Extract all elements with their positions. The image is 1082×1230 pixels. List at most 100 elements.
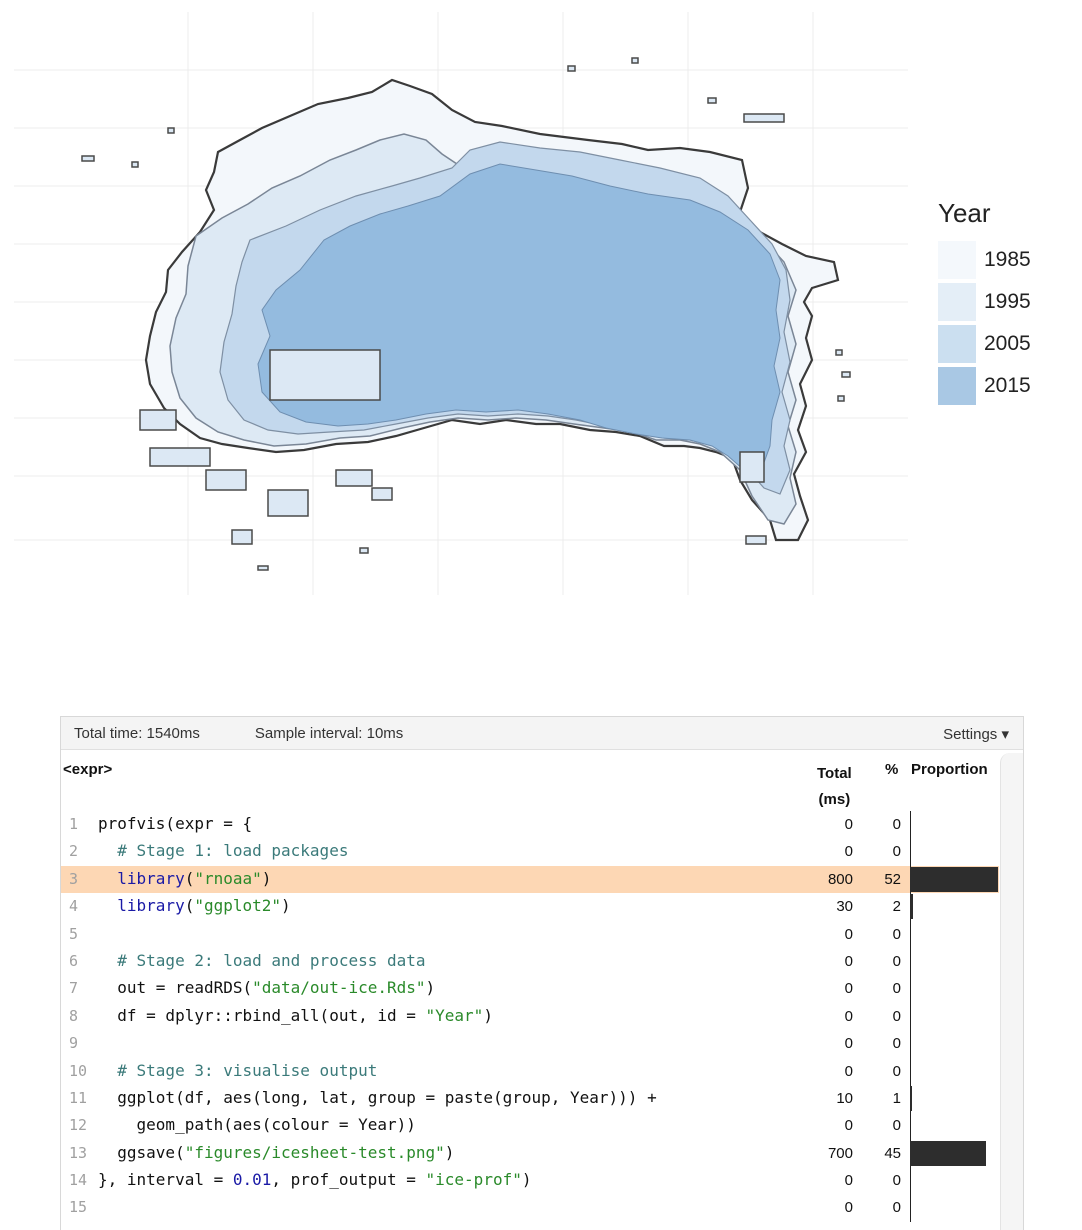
code-row[interactable]: 2 # Stage 1: load packages 0 0 [61, 838, 999, 867]
total-column-unit: (ms) [818, 791, 851, 808]
code-row[interactable]: 7 out = readRDS("data/out-ice.Rds") 0 0 [61, 975, 999, 1004]
total-ms: 0 [844, 1035, 853, 1053]
proportion-axis [910, 1167, 911, 1196]
code-text: ggsave("figures/icesheet-test.png") [98, 1142, 455, 1162]
legend-label: 2015 [984, 374, 1031, 397]
code-text: df = dplyr::rbind_all(out, id = "Year") [98, 1005, 493, 1025]
total-ms: 700 [827, 1144, 853, 1162]
percent-column-header[interactable]: % [885, 761, 898, 778]
code-row[interactable]: 6 # Stage 2: load and process data 0 0 [61, 947, 999, 976]
code-row[interactable]: 11 ggplot(df, aes(long, lat, group = pas… [61, 1084, 999, 1113]
legend-item: 1985 [938, 239, 1031, 281]
code-text: library("ggplot2") [117, 896, 291, 916]
proportion-axis [910, 1194, 911, 1223]
code-row[interactable]: 1 profvis(expr = {0 0 [61, 811, 999, 839]
proportion-axis [910, 1057, 911, 1086]
percent: 0 [892, 952, 901, 970]
line-number: 10 [69, 1061, 88, 1080]
percent: 1 [892, 1089, 901, 1107]
vertical-scrollbar[interactable] [1000, 753, 1023, 1230]
code-table: 1 profvis(expr = {0 0 2 # Stage 1: load pac… [61, 811, 999, 1223]
map-legend: Year 1985 1995 2005 2015 [938, 198, 1031, 407]
percent: 0 [892, 816, 901, 833]
percent: 52 [884, 870, 901, 888]
sample-interval: Sample interval: 10ms [254, 724, 404, 742]
total-ms: 0 [844, 952, 853, 970]
proportion-axis [910, 1112, 911, 1141]
total-ms: 0 [844, 816, 853, 833]
percent: 0 [892, 1172, 901, 1190]
code-row[interactable]: 3 library("rnoaa") 800 52 [61, 865, 999, 894]
total-ms: 800 [827, 870, 853, 888]
proportion-bar [910, 894, 913, 920]
expr-column-header[interactable]: <expr> [63, 761, 112, 778]
code-text: # Stage 2: load and process data [98, 950, 426, 970]
total-ms: 0 [844, 980, 853, 998]
legend-item: 1995 [938, 281, 1031, 323]
line-number: 9 [69, 1034, 79, 1053]
total-ms: 0 [844, 843, 853, 861]
percent: 0 [892, 843, 901, 861]
legend-key [938, 367, 976, 405]
code-row[interactable]: 10 # Stage 3: visualise output 0 0 [61, 1057, 999, 1086]
total-ms: 10 [836, 1089, 853, 1107]
code-text: }, interval = 0.01, prof_output = "ice-p… [98, 1170, 532, 1190]
code-text: # Stage 1: load packages [98, 841, 349, 861]
proportion-column-header[interactable]: Proportion [911, 761, 988, 778]
proportion-axis [910, 947, 911, 976]
line-number: 12 [69, 1116, 88, 1135]
line-number: 13 [69, 1143, 88, 1162]
code-row[interactable]: 13 ggsave("figures/icesheet-test.png") 70… [61, 1139, 999, 1168]
line-number: 15 [69, 1198, 88, 1217]
line-number: 14 [69, 1171, 88, 1190]
line-number: 7 [69, 979, 79, 998]
percent: 0 [892, 925, 901, 943]
code-row[interactable]: 8 df = dplyr::rbind_all(out, id = "Year"… [61, 1002, 999, 1031]
percent: 0 [892, 1035, 901, 1053]
code-text: ggplot(df, aes(long, lat, group = paste(… [98, 1087, 657, 1107]
total-column-header[interactable]: Total (ms) [817, 761, 852, 813]
profvis-panel: Total time: 1540ms Sample interval: 10ms… [60, 716, 1024, 1230]
percent: 0 [892, 1007, 901, 1025]
legend-title: Year [938, 198, 991, 228]
legend-label: 2005 [984, 332, 1031, 355]
total-time: Total time: 1540ms [74, 724, 200, 742]
total-column-label: Total [817, 765, 852, 782]
legend-item: 2005 [938, 323, 1031, 365]
percent: 0 [892, 1062, 901, 1080]
code-row[interactable]: 9 0 0 [61, 1030, 999, 1059]
line-number: 5 [69, 924, 79, 943]
proportion-axis [910, 1002, 911, 1031]
line-number: 3 [69, 869, 79, 888]
proportion-axis [910, 920, 911, 949]
line-number: 11 [69, 1088, 88, 1107]
line-number: 1 [69, 815, 79, 833]
line-number: 6 [69, 951, 79, 970]
code-row[interactable]: 14 }, interval = 0.01, prof_output = "ice… [61, 1167, 999, 1196]
code-row[interactable]: 4 library("ggplot2") 30 2 [61, 893, 999, 922]
code-row[interactable]: 5 0 0 [61, 920, 999, 949]
percent: 0 [892, 980, 901, 998]
total-ms: 0 [844, 925, 853, 943]
code-row[interactable]: 15 0 0 [61, 1194, 999, 1223]
legend-label: 1995 [984, 290, 1031, 313]
legend-item: 2015 [938, 365, 1031, 407]
code-row[interactable]: 12 geom_path(aes(colour = Year)) 0 0 [61, 1112, 999, 1141]
total-ms: 0 [844, 1062, 853, 1080]
total-ms: 0 [844, 1199, 853, 1217]
total-ms: 0 [844, 1172, 853, 1190]
profvis-header: Total time: 1540ms Sample interval: 10ms… [61, 717, 1023, 750]
percent: 2 [892, 898, 901, 916]
line-number: 8 [69, 1006, 79, 1025]
settings-button[interactable]: Settings ▾ [943, 725, 1009, 743]
legend-key [938, 241, 976, 279]
code-text: library("rnoaa") [117, 868, 272, 888]
line-number: 4 [69, 897, 79, 916]
proportion-axis [910, 811, 911, 839]
proportion-bar [910, 1085, 912, 1111]
code-text: out = readRDS("data/out-ice.Rds") [98, 978, 436, 998]
total-ms: 0 [844, 1117, 853, 1135]
percent: 0 [892, 1117, 901, 1135]
proportion-axis [910, 1030, 911, 1059]
total-ms: 30 [836, 898, 853, 916]
